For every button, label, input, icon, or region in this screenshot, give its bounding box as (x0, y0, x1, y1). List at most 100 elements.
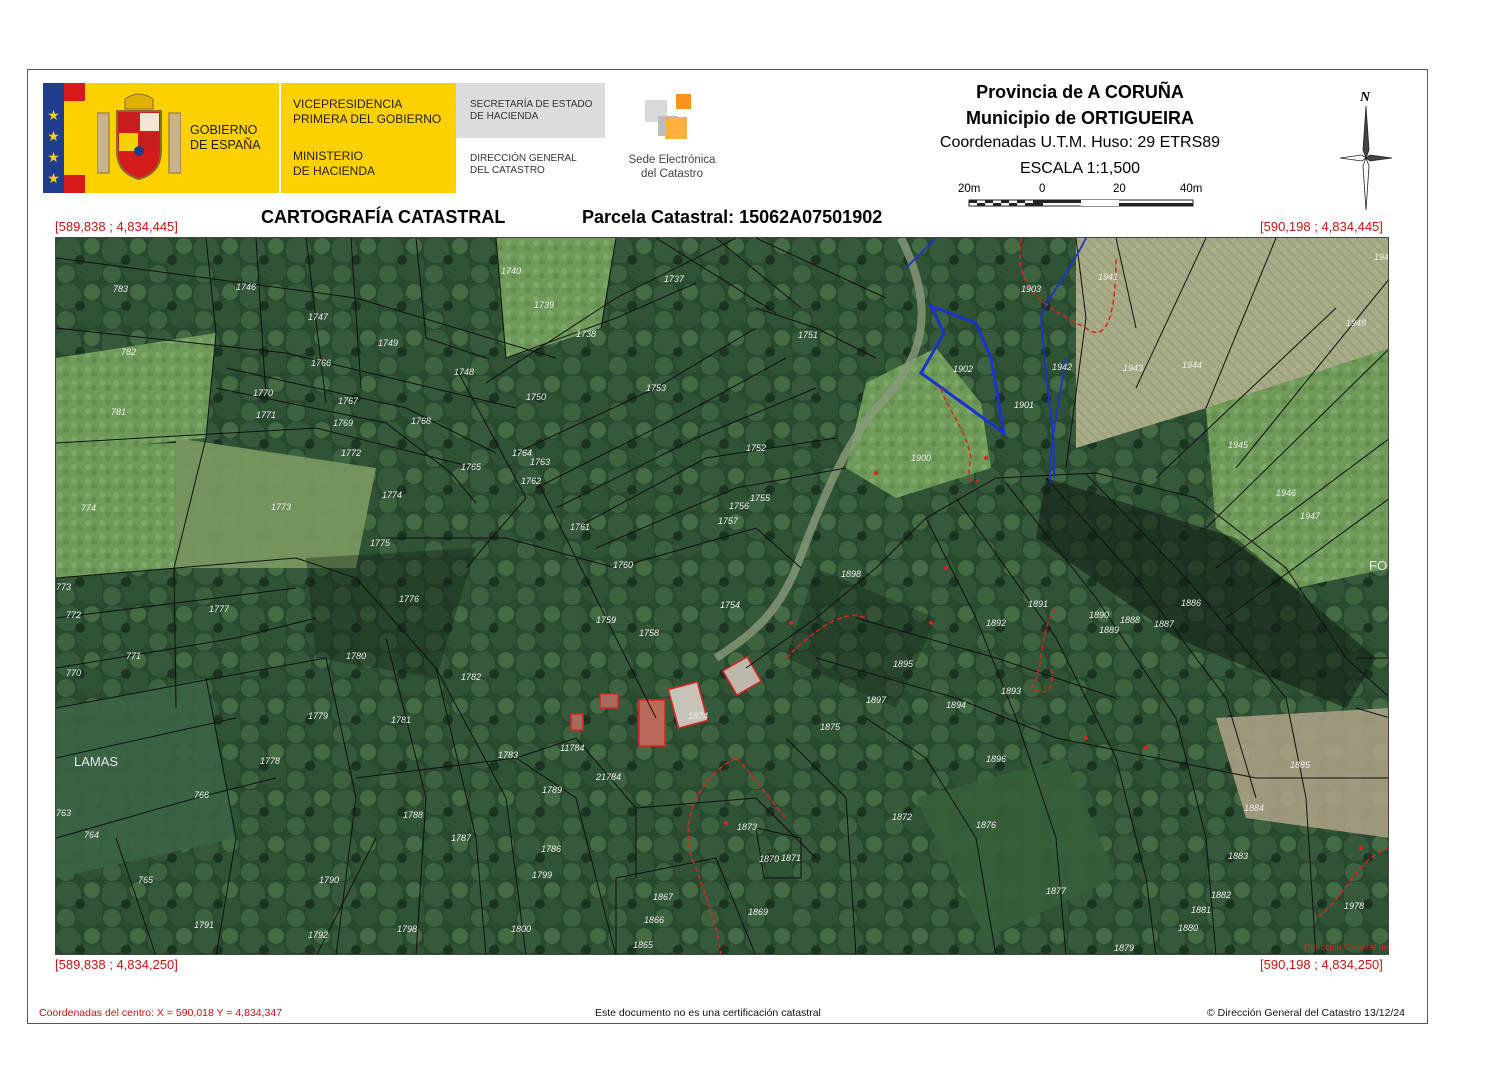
parcel-label: 781 (111, 407, 126, 417)
parcel-label: 1782 (461, 672, 481, 682)
parcel-label: 1946 (1276, 488, 1296, 498)
parcel-label: 1798 (397, 924, 417, 934)
parcel-label: 1889 (1099, 625, 1119, 635)
parcel-label: 1749 (378, 338, 398, 348)
parcel-label: 1800 (511, 924, 531, 934)
parcel-label: 1892 (986, 618, 1006, 628)
parcel-label: 1882 (1211, 890, 1231, 900)
parcel-label: 1870 (759, 854, 779, 864)
vicepresidencia-text: VICEPRESIDENCIA PRIMERA DEL GOBIERNO (293, 97, 442, 126)
coord-bottom-left: [589,838 ; 4,834,250] (55, 957, 178, 972)
parcel-label: 1790 (319, 875, 339, 885)
place-name-fo: FO (1369, 558, 1387, 573)
parcel-label: 1769 (333, 418, 353, 428)
parcel-label: 1887 (1154, 619, 1175, 629)
parcel-label: 11784 (560, 743, 584, 753)
parcel-label: 782 (121, 347, 136, 357)
coord-bottom-right: [590,198 ; 4,834,250] (1260, 957, 1383, 972)
scale-bar-graphic (968, 199, 1194, 207)
parcel-label: 1874 (688, 711, 708, 721)
parcel-label: 1771 (256, 410, 276, 420)
parcel-label: 1765 (461, 462, 482, 472)
parcel-label: 1944 (1182, 360, 1202, 370)
parcel-label: 1775 (370, 538, 391, 548)
parcel-label: 1760 (613, 560, 633, 570)
parcela-caption: Parcela Catastral: 15062A07501902 (582, 207, 883, 227)
parcel-label: 1871 (781, 853, 801, 863)
parcel-label: 1753 (646, 383, 666, 393)
parcel-label: 1884 (1244, 803, 1264, 813)
parcel-label: 1891 (1028, 599, 1048, 609)
parcel-label: 1792 (308, 930, 328, 940)
parcel-label: 1776 (399, 594, 419, 604)
scale-bar: 20m 0 20 40m (958, 183, 1218, 211)
parcel-label: 763 (56, 808, 71, 818)
parcel-label: 766 (194, 790, 209, 800)
parcel-label: 1902 (953, 364, 973, 374)
coord-top-left: [589,838 ; 4,834,445] (55, 219, 178, 234)
parcel-label: 1947 (1300, 511, 1321, 521)
parcel-label: 1758 (639, 628, 659, 638)
parcel-label: 1888 (1120, 615, 1140, 625)
cartografia-caption: CARTOGRAFÍA CATASTRAL (261, 207, 506, 227)
parcel-label: 1766 (311, 358, 331, 368)
direccion-text: DIRECCIÓN GENERAL DEL CATASTRO (470, 153, 577, 176)
parcel-label: 1941 (1098, 272, 1118, 282)
parcel-label: 1885 (1290, 760, 1311, 770)
parcel-label: 1779 (308, 711, 328, 721)
parcel-label: 771 (126, 651, 141, 661)
parcel-label: 1780 (346, 651, 366, 661)
parcel-label: 1756 (729, 501, 749, 511)
parcel-label: 1897 (866, 695, 887, 705)
parcel-label: 1866 (644, 915, 664, 925)
parcel-label: 1948 (1346, 318, 1366, 328)
parcel-label: 1943 (1123, 363, 1143, 373)
parcel-label: 1739 (534, 300, 554, 310)
parcel-label: 1788 (403, 810, 423, 820)
parcel-label: 1783 (498, 750, 518, 760)
parcel-label: 1867 (653, 892, 674, 902)
parcel-label: 1767 (338, 396, 359, 406)
parcel-label: 1738 (576, 329, 596, 339)
parcel-label: 1757 (718, 516, 739, 526)
parcel-label: 1881 (1191, 905, 1211, 915)
parcel-label: 1869 (748, 907, 768, 917)
parcel-label: 1894 (946, 700, 966, 710)
parcel-label: 1903 (1021, 284, 1041, 294)
coat-of-arms-icon (97, 93, 181, 181)
parcel-label: 1872 (892, 812, 912, 822)
place-name-lamas: LAMAS (74, 754, 118, 769)
parcel-label: 1945 (1228, 440, 1249, 450)
parcel-label: 1898 (841, 569, 861, 579)
provincia-title: Provincia de A CORUÑA (976, 82, 1184, 102)
parcel-label: 783 (113, 284, 128, 294)
parcel-label: 772 (66, 610, 81, 620)
parcel-label: 1747 (308, 312, 329, 322)
centro-coordinates: Coordenadas del centro: X = 590,018 Y = … (39, 1007, 283, 1019)
parcel-label: 1787 (451, 833, 472, 843)
parcel-label: 1751 (798, 330, 818, 340)
coord-top-right: [590,198 ; 4,834,445] (1260, 219, 1383, 234)
parcel-label: 1799 (532, 870, 552, 880)
parcel-label: 1762 (521, 476, 541, 486)
parcel-label: 1773 (271, 502, 291, 512)
parcel-label: 1873 (737, 822, 757, 832)
parcel-label: 1880 (1178, 923, 1198, 933)
stars-icon: ★ ★ ★ ★ (47, 107, 60, 186)
parcel-label: 1890 (1089, 610, 1109, 620)
coordenadas-subtitle: Coordenadas U.T.M. Huso: 29 ETRS89 (939, 134, 1221, 151)
sede-text: Sede Electrónica del Catastro (628, 154, 716, 180)
cadastral-map[interactable]: 783 1746 1747 1749 782 1766 1770 1767 1771 1769 78… (55, 237, 1389, 955)
parcel-label: 773 (56, 582, 71, 592)
parcel-label: 1875 (820, 722, 841, 732)
north-arrow: N (1336, 90, 1396, 212)
compass-icon (1339, 105, 1393, 211)
disclaimer: Este documento no es una certificación c… (595, 1007, 821, 1019)
parcel-label: 1786 (541, 844, 561, 854)
parcel-label: 1770 (253, 388, 273, 398)
sede-electronica-logo: Sede Electrónica del Catastro (620, 90, 730, 185)
municipio-title: Municipio de ORTIGUEIRA (966, 108, 1194, 128)
parcel-label: 1942 (1052, 362, 1072, 372)
parcel-label: 1748 (454, 367, 474, 377)
map-copyright: Dirección General del Catastro (1304, 942, 1389, 952)
